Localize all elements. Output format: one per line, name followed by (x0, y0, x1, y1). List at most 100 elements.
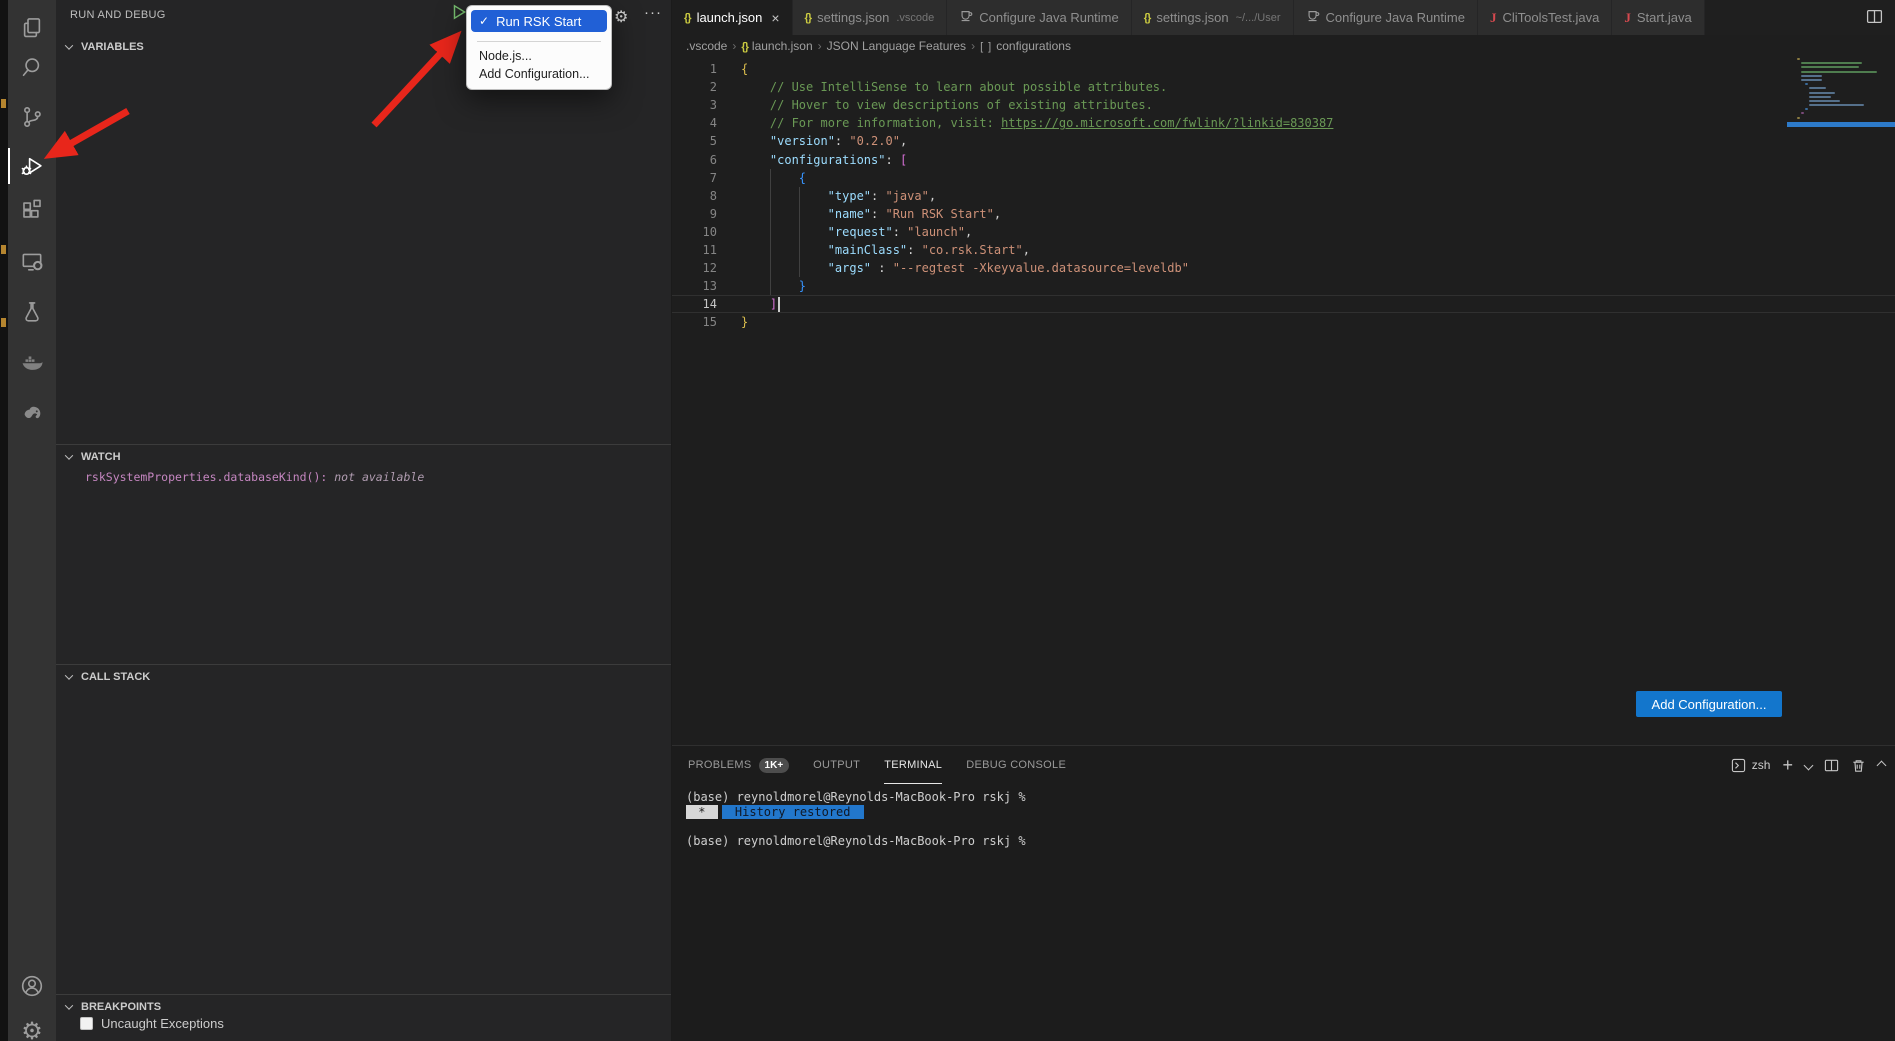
views-more-actions-icon[interactable]: ··· (644, 4, 662, 21)
kill-terminal-trash-icon[interactable] (1851, 758, 1866, 773)
section-divider[interactable] (56, 444, 671, 445)
panel-tab-output[interactable]: OUTPUT (813, 746, 860, 784)
breadcrumb-item[interactable]: JSON Language Features (827, 39, 966, 53)
code-line[interactable]: 5"version": "0.2.0", (672, 132, 1895, 150)
tab-settings-json[interactable]: {}settings.json.vscode (793, 0, 948, 35)
menu-item-nodejs[interactable]: Node.js... (467, 47, 611, 65)
code-token: : (871, 261, 893, 275)
code-token: "args" (828, 261, 871, 275)
source-control-icon[interactable] (8, 93, 56, 141)
maximize-panel-icon[interactable] (1878, 762, 1885, 769)
section-breakpoints[interactable]: BREAKPOINTS (56, 996, 671, 1018)
code-line[interactable]: 13} (672, 277, 1895, 295)
indent-guide (741, 114, 770, 132)
code-line[interactable]: 2// Use IntelliSense to learn about poss… (672, 78, 1895, 96)
code-token: , (994, 207, 1001, 221)
minimap-line (1797, 117, 1800, 119)
minimap-line (1801, 112, 1804, 114)
tab-settings-json[interactable]: {}settings.json~/.../User (1132, 0, 1294, 35)
line-number: 3 (672, 98, 717, 112)
panel-tab-debug-console[interactable]: DEBUG CONSOLE (966, 746, 1066, 784)
terminal-dropdown-icon[interactable] (1805, 762, 1812, 769)
indent-guide (770, 169, 799, 187)
run-and-debug-icon[interactable] (8, 142, 56, 190)
split-terminal-icon[interactable] (1824, 758, 1839, 773)
code-line[interactable]: 12"args" : "--regtest -Xkeyvalue.datasou… (672, 259, 1895, 277)
indent-guide (799, 205, 828, 223)
code-lines: 1{2// Use IntelliSense to learn about po… (672, 60, 1895, 331)
menu-separator (477, 41, 601, 42)
tab-label: Start.java (1637, 10, 1692, 25)
split-editor-icon[interactable] (1866, 8, 1883, 30)
code-line[interactable]: 8"type": "java", (672, 187, 1895, 205)
json-file-icon: {} (741, 39, 748, 53)
settings-gear-icon[interactable]: ⚙ (8, 1008, 56, 1041)
testing-icon[interactable] (8, 288, 56, 336)
close-icon[interactable]: × (771, 10, 779, 26)
code-token: "version" (770, 134, 835, 148)
watch-expression-row[interactable]: rskSystemProperties.databaseKind(): not … (85, 470, 424, 484)
breadcrumb-item[interactable]: [ ]configurations (980, 39, 1071, 53)
code-line[interactable]: 11"mainClass": "co.rsk.Start", (672, 241, 1895, 259)
bottom-panel: PROBLEMS1K+ OUTPUT TERMINAL DEBUG CONSOLE z… (672, 745, 1895, 1041)
tab-configure-java-runtime[interactable]: Configure Java Runtime (947, 0, 1131, 35)
code-line[interactable]: 1{ (672, 60, 1895, 78)
section-watch[interactable]: WATCH (56, 446, 671, 468)
code-token: : (871, 189, 885, 203)
gradle-elephant-icon[interactable] (8, 388, 56, 436)
new-terminal-icon[interactable]: + (1782, 756, 1793, 774)
panel-tab-problems[interactable]: PROBLEMS1K+ (688, 746, 789, 784)
breadcrumb-item[interactable]: .vscode (686, 39, 727, 53)
tab-configure-java-runtime[interactable]: Configure Java Runtime (1294, 0, 1478, 35)
section-divider[interactable] (56, 994, 671, 995)
debug-settings-gear-icon[interactable]: ⚙ (614, 7, 628, 27)
checkbox-unchecked[interactable] (80, 1017, 93, 1030)
section-call-stack[interactable]: CALL STACK (56, 666, 671, 688)
code-line[interactable]: 9"name": "Run RSK Start", (672, 205, 1895, 223)
code-editor[interactable]: 1{2// Use IntelliSense to learn about po… (672, 56, 1895, 745)
line-number: 8 (672, 189, 717, 203)
indent-guide (770, 277, 799, 295)
code-line[interactable]: 7{ (672, 169, 1895, 187)
section-divider[interactable] (56, 664, 671, 665)
indent-guide (741, 241, 770, 259)
tab-label: Configure Java Runtime (979, 10, 1118, 25)
line-number: 1 (672, 62, 717, 76)
tab-clitoolstest-java[interactable]: JCliToolsTest.java (1478, 0, 1612, 35)
menu-item-add-configuration[interactable]: Add Configuration... (467, 65, 611, 83)
search-icon[interactable] (8, 43, 56, 91)
code-token: : (893, 225, 907, 239)
code-line[interactable]: 6"configurations": [ (672, 150, 1895, 168)
extensions-icon[interactable] (8, 186, 56, 234)
code-line[interactable]: 10"request": "launch", (672, 223, 1895, 241)
code-line[interactable]: 15} (672, 313, 1895, 331)
code-line[interactable]: 3 // Hover to view descriptions of existi… (672, 96, 1895, 114)
tab-start-java[interactable]: JStart.java (1612, 0, 1704, 35)
account-icon[interactable] (8, 962, 56, 1010)
terminal-output[interactable]: (base) reynoldmorel@Reynolds-MacBook-Pro… (686, 790, 1885, 1041)
panel-actions: zsh + (1719, 756, 1885, 774)
menu-item-run-rsk-start[interactable]: ✓ Run RSK Start (471, 10, 607, 32)
breadcrumb-item[interactable]: {}launch.json (741, 39, 812, 53)
add-configuration-button[interactable]: Add Configuration... (1636, 691, 1782, 717)
line-number: 11 (672, 243, 717, 257)
minimap[interactable] (1797, 58, 1879, 121)
code-token: : (885, 153, 899, 167)
sidebar-title: RUN AND DEBUG (70, 9, 166, 21)
indent-guide (741, 295, 770, 313)
json-file-icon: {} (805, 12, 812, 24)
section-label: VARIABLES (81, 41, 144, 53)
terminal-shell-icon[interactable]: zsh (1731, 758, 1771, 773)
indent-guide (741, 78, 770, 96)
code-token: // Hover to view descriptions of existin… (770, 98, 1153, 112)
docker-icon[interactable] (8, 338, 56, 386)
panel-tab-terminal[interactable]: TERMINAL (884, 746, 942, 784)
code-line[interactable]: 14] (672, 295, 1895, 313)
tab-launch-json[interactable]: {}launch.json× (672, 0, 793, 35)
remote-explorer-icon[interactable] (8, 238, 56, 286)
indent-guide (741, 132, 770, 150)
code-line[interactable]: 4// For more information, visit: https:/… (672, 114, 1895, 132)
code-token: { (741, 62, 748, 76)
code-token: https://go.microsoft.com/fwlink/?linkid=… (1001, 116, 1333, 130)
breakpoint-uncaught-exceptions[interactable]: Uncaught Exceptions (80, 1016, 224, 1031)
